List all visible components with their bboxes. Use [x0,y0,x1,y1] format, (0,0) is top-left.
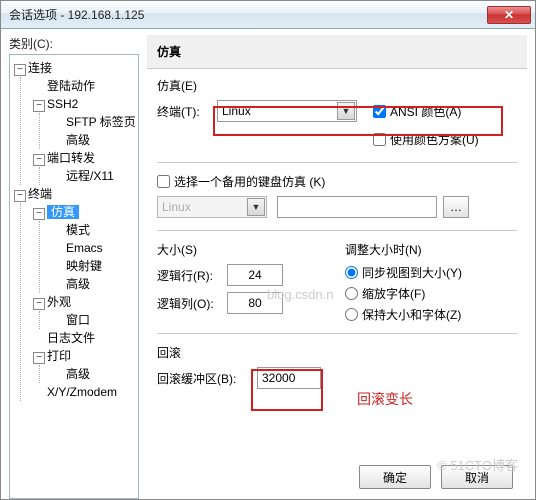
tree-emacs[interactable]: Emacs [66,241,103,255]
tree-xyz[interactable]: X/Y/Zmodem [47,385,117,399]
annotation-text: 回滚变长 [357,389,413,409]
expand-icon[interactable]: − [33,352,45,364]
terminal-label: 终端(T): [157,103,217,120]
terminal-select[interactable]: Linux [217,100,357,122]
tree-ssh2[interactable]: SSH2 [47,97,78,111]
resize-scale-radio[interactable]: 缩放字体(F) [345,285,517,302]
dialog-buttons: 确定 取消 [147,457,527,499]
rows-label: 逻辑行(R): [157,267,227,284]
scrollback-group: 回滚 回滚缓冲区(B): [157,344,517,389]
cols-input[interactable] [227,292,283,314]
ansi-color-input[interactable] [373,105,386,118]
category-label: 类别(C): [9,35,139,52]
window-buttons: ✕ [485,6,531,24]
scheme-label: 使用颜色方案(U) [390,131,479,148]
expand-icon[interactable]: − [14,190,26,202]
tree-connection[interactable]: 连接 [28,61,52,75]
session-options-dialog: 会话选项 - 192.168.1.125 ✕ 类别(C): −连接 登陆动作 −… [0,0,536,500]
resize-group-label: 调整大小时(N) [345,241,517,258]
size-columns: 大小(S) 逻辑行(R): 逻辑列(O): 调整大小时(N) 同步视图到大小(Y… [157,241,517,327]
alt-keyboard-group: 选择一个备用的键盘仿真 (K) Linux ▼ … [157,173,517,218]
tree-print[interactable]: 打印 [47,349,71,363]
ansi-label: ANSI 颜色(A) [390,103,461,120]
alt-keyboard-checkbox[interactable]: 选择一个备用的键盘仿真 (K) [157,173,517,190]
tree-sftp[interactable]: SFTP 标签页 [66,115,136,129]
tree-appearance[interactable]: 外观 [47,295,71,309]
scrollback-label: 回滚缓冲区(B): [157,370,257,387]
scrollback-input[interactable] [257,367,321,389]
size-group: 大小(S) 逻辑行(R): 逻辑列(O): [157,241,329,327]
scrollback-group-label: 回滚 [157,344,517,361]
color-scheme-checkbox[interactable]: 使用颜色方案(U) [373,131,479,148]
window-title: 会话选项 - 192.168.1.125 [9,6,485,23]
left-column: 类别(C): −连接 登陆动作 −SSH2 SFTP 标签页 高级 [9,35,139,499]
emulation-group: 仿真(E) 终端(T): Linux ▼ ANSI 颜色(A) [157,77,517,150]
expand-icon[interactable]: − [14,64,26,76]
divider [157,162,517,163]
alt-keyboard-input[interactable] [157,175,170,188]
emu-group-label: 仿真(E) [157,77,517,94]
ok-button[interactable]: 确定 [359,465,431,489]
tree-terminal[interactable]: 终端 [28,187,52,201]
right-column: 仿真 仿真(E) 终端(T): Linux ▼ [147,35,527,499]
expand-icon[interactable]: − [33,298,45,310]
tree-window[interactable]: 窗口 [66,313,90,327]
category-tree[interactable]: −连接 登陆动作 −SSH2 SFTP 标签页 高级 −端口转发 [9,54,139,499]
panel-header: 仿真 [147,35,527,69]
dialog-body: 类别(C): −连接 登陆动作 −SSH2 SFTP 标签页 高级 [1,29,535,499]
resize-group: 调整大小时(N) 同步视图到大小(Y) 缩放字体(F) 保持大小和字体(Z) [345,241,517,327]
tree-logon[interactable]: 登陆动作 [47,79,95,93]
tree-emulation[interactable]: 仿真 [47,205,79,219]
divider [157,230,517,231]
rows-input[interactable] [227,264,283,286]
alt-label: 选择一个备用的键盘仿真 (K) [174,173,325,190]
tree-print-adv[interactable]: 高级 [66,367,90,381]
titlebar: 会话选项 - 192.168.1.125 ✕ [1,1,535,29]
browse-button[interactable]: … [443,196,469,218]
panel-body: 仿真(E) 终端(T): Linux ▼ ANSI 颜色(A) [147,69,527,457]
divider [157,333,517,334]
ansi-color-checkbox[interactable]: ANSI 颜色(A) [373,103,461,120]
tree-remote[interactable]: 远程/X11 [66,169,114,183]
cancel-button[interactable]: 取消 [441,465,513,489]
tree-mode[interactable]: 模式 [66,223,90,237]
close-button[interactable]: ✕ [487,6,531,24]
expand-icon[interactable]: − [33,100,45,112]
color-scheme-input[interactable] [373,133,386,146]
cols-label: 逻辑列(O): [157,295,227,312]
tree-map[interactable]: 映射键 [66,259,102,273]
expand-icon[interactable]: − [33,208,45,220]
expand-icon[interactable]: − [33,154,45,166]
tree-logfile[interactable]: 日志文件 [47,331,95,345]
tree-portfwd[interactable]: 端口转发 [47,151,95,165]
size-group-label: 大小(S) [157,241,329,258]
alt-keyboard-path [277,196,437,218]
tree-ssh2-adv[interactable]: 高级 [66,133,90,147]
resize-sync-radio[interactable]: 同步视图到大小(Y) [345,264,517,281]
tree-emu-adv[interactable]: 高级 [66,277,90,291]
alt-keyboard-select: Linux [157,196,267,218]
resize-keep-radio[interactable]: 保持大小和字体(Z) [345,306,517,323]
